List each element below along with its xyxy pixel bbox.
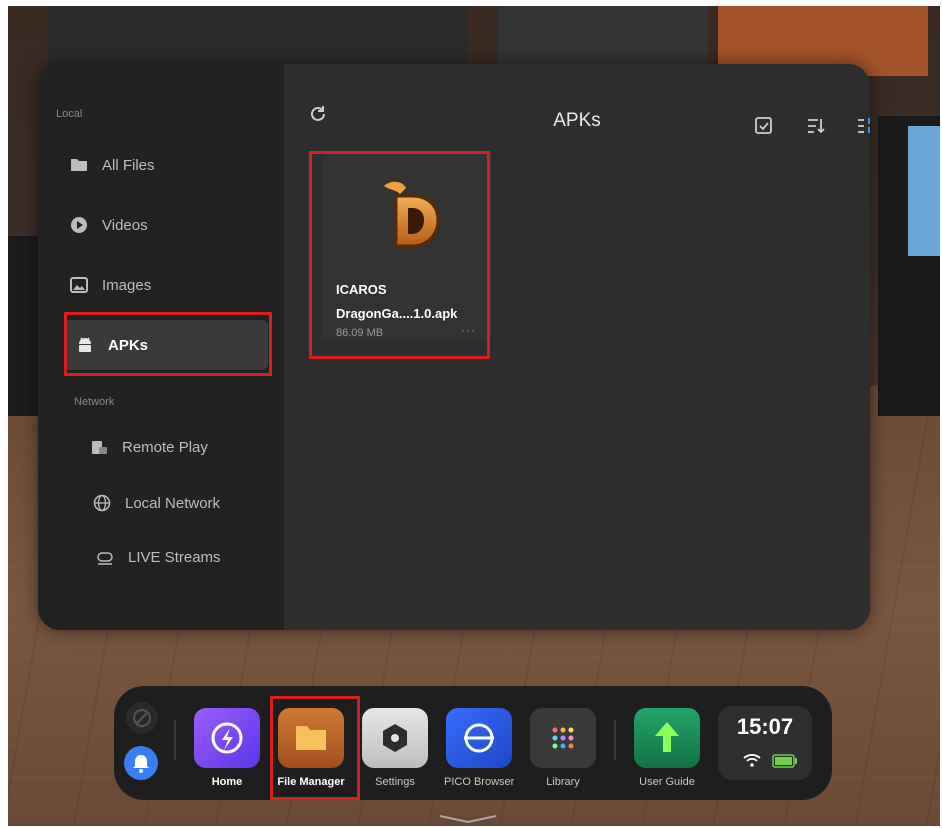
vr-environment: Local All Files Videos Images APKs Netwo…	[8, 6, 940, 826]
sidebar-item-label: Images	[102, 276, 152, 294]
dock-item-library[interactable]: Library	[528, 708, 598, 788]
globe-icon	[93, 494, 111, 512]
background-window	[908, 126, 940, 256]
dock-item-home[interactable]: Home	[192, 708, 262, 788]
sort-icon[interactable]	[806, 116, 826, 136]
dock-item-user-guide[interactable]: User Guide	[632, 708, 702, 788]
page-title: APKs	[553, 110, 601, 131]
view-toggle-icon[interactable]	[856, 116, 870, 136]
sidebar-item-label: Videos	[102, 216, 148, 234]
dock-item-label: PICO Browser	[444, 776, 515, 788]
file-manager-window: Local All Files Videos Images APKs Netwo…	[38, 64, 870, 630]
battery-icon	[772, 754, 798, 773]
sidebar-item-all-files[interactable]: All Files	[70, 156, 155, 174]
highlight-apk-file	[309, 151, 490, 359]
notification-bell-icon[interactable]	[124, 746, 158, 780]
sidebar-item-images[interactable]: Images	[70, 276, 151, 294]
play-icon	[70, 216, 88, 234]
dock-divider	[614, 720, 616, 760]
dock-item-settings[interactable]: Settings	[360, 708, 430, 788]
folder-icon	[70, 156, 88, 174]
hexagon-settings-icon	[362, 708, 428, 768]
sidebar-item-live-streams[interactable]: LIVE Streams	[96, 548, 221, 566]
wifi-icon	[742, 752, 762, 773]
status-clock[interactable]: 15:07	[718, 706, 812, 780]
dock-item-label: Home	[211, 776, 243, 788]
arrow-up-icon	[634, 708, 700, 768]
section-label-local: Local	[56, 108, 83, 120]
panel-handle-chevron-icon[interactable]	[438, 811, 498, 824]
sidebar-item-label: LIVE Streams	[128, 548, 221, 566]
browser-icon	[446, 708, 512, 768]
sidebar-item-remote-play[interactable]: Remote Play	[90, 438, 208, 456]
background-cabinet	[8, 236, 38, 416]
dock-item-label: User Guide	[639, 776, 695, 788]
sidebar-item-label: All Files	[102, 156, 155, 174]
sidebar-item-videos[interactable]: Videos	[70, 216, 148, 234]
sidebar-item-label: Local Network	[125, 494, 221, 512]
system-dock: Home File Manager Settings PICO Browser	[114, 686, 832, 800]
dock-item-label: Settings	[375, 776, 415, 788]
section-label-network: Network	[74, 396, 115, 408]
dock-item-label: Library	[546, 776, 580, 788]
home-compass-icon	[194, 708, 260, 768]
highlight-apks-nav	[64, 312, 272, 376]
highlight-file-manager	[270, 696, 360, 800]
grid-icon	[530, 708, 596, 768]
sidebar-item-local-network[interactable]: Local Network	[93, 494, 220, 512]
select-checkbox-icon[interactable]	[754, 116, 774, 136]
live-icon	[96, 548, 114, 566]
clock-time: 15:07	[736, 714, 794, 739]
sidebar-item-label: Remote Play	[122, 438, 208, 456]
remote-play-icon	[90, 438, 108, 456]
dock-divider	[174, 720, 176, 760]
dock-item-pico-browser[interactable]: PICO Browser	[444, 708, 514, 788]
controller-icon[interactable]	[126, 702, 158, 734]
image-icon	[70, 276, 88, 294]
